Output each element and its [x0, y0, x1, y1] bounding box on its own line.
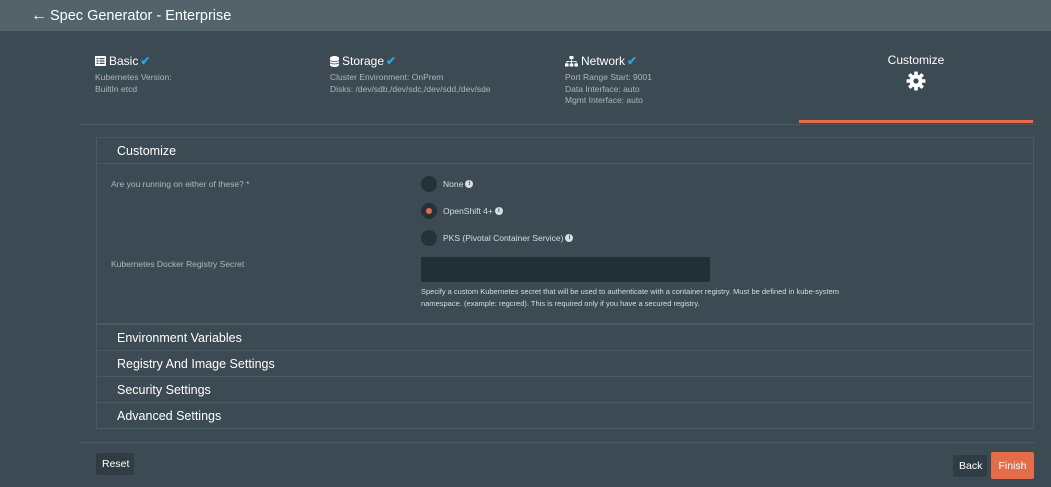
check-icon: ✔ [627, 54, 638, 68]
page-title: Spec Generator - Enterprise [50, 7, 232, 24]
step-network-info: Data Interface: auto [565, 83, 640, 94]
database-icon [330, 55, 339, 67]
step-basic-info: BuiltIn etcd [95, 83, 138, 94]
footer-divider [80, 442, 1036, 443]
check-icon: ✔ [386, 54, 397, 68]
section-security-settings[interactable]: Security Settings [96, 376, 1034, 403]
section-registry-image-settings[interactable]: Registry And Image Settings [96, 350, 1034, 377]
radio-label: PKS (Pivotal Container Service) [443, 233, 564, 243]
step-basic-info: Kubernetes Version: [95, 72, 172, 82]
section-environment-variables[interactable]: Environment Variables [96, 324, 1034, 351]
check-icon: ✔ [140, 54, 151, 68]
registry-secret-input[interactable] [421, 257, 710, 282]
reset-button[interactable]: Reset [96, 453, 134, 475]
step-basic[interactable]: Basic ✔ Kubernetes Version: BuiltIn etcd [95, 53, 172, 95]
radio-option-openshift[interactable]: OpenShift 4+ i [421, 203, 503, 219]
step-network[interactable]: Network ✔ Port Range Start: 9001 Data In… [565, 53, 652, 107]
info-icon[interactable]: i [465, 180, 474, 188]
registry-secret-label: Kubernetes Docker Registry Secret [111, 259, 245, 269]
back-arrow-icon[interactable]: ← [31, 7, 47, 24]
step-storage-info: Disks: /dev/sdb,/dev/sdc,/dev/sdd,/dev/s… [330, 83, 491, 94]
customize-panel: Customize Are you running on either of t… [96, 137, 1034, 324]
step-network-info: Mgmt Interface: auto [565, 95, 643, 105]
radio-button[interactable] [421, 176, 437, 192]
active-step-indicator [799, 120, 1033, 123]
step-customize[interactable]: Customize [799, 53, 1033, 96]
info-icon[interactable]: i [494, 207, 503, 215]
top-bar: ← Spec Generator - Enterprise [0, 0, 1051, 31]
platform-question-label: Are you running on either of these? * [111, 179, 250, 189]
list-icon [95, 56, 106, 66]
gear-icon [799, 71, 1033, 96]
step-storage-label: Storage [342, 54, 385, 68]
step-storage[interactable]: Storage ✔ Cluster Environment: OnPrem Di… [330, 53, 491, 95]
sitemap-icon [565, 55, 578, 66]
radio-label: OpenShift 4+ [443, 206, 493, 216]
step-network-label: Network [581, 54, 626, 68]
customize-panel-title[interactable]: Customize [97, 138, 1033, 164]
step-storage-info: Cluster Environment: OnPrem [330, 72, 444, 82]
radio-label: None [443, 179, 464, 189]
step-network-info: Port Range Start: 9001 [565, 72, 652, 82]
wizard-steps: Basic ✔ Kubernetes Version: BuiltIn etcd… [80, 31, 1036, 125]
radio-button[interactable] [421, 230, 437, 246]
radio-selected-dot [426, 208, 432, 214]
finish-button[interactable]: Finish [991, 452, 1034, 479]
radio-option-pks[interactable]: PKS (Pivotal Container Service) i [421, 230, 574, 246]
radio-option-none[interactable]: None i [421, 176, 474, 192]
section-title: Advanced Settings [117, 408, 222, 423]
section-title: Registry And Image Settings [117, 356, 275, 371]
section-advanced-settings[interactable]: Advanced Settings [96, 402, 1034, 429]
back-button[interactable]: Back [953, 455, 987, 477]
registry-secret-help: Specify a custom Kubernetes secret that … [421, 287, 839, 308]
info-icon[interactable]: i [565, 234, 574, 242]
step-customize-label: Customize [887, 53, 945, 67]
radio-button[interactable] [421, 203, 437, 219]
section-title: Environment Variables [117, 330, 242, 345]
step-basic-label: Basic [109, 54, 139, 68]
section-title: Security Settings [117, 382, 211, 397]
